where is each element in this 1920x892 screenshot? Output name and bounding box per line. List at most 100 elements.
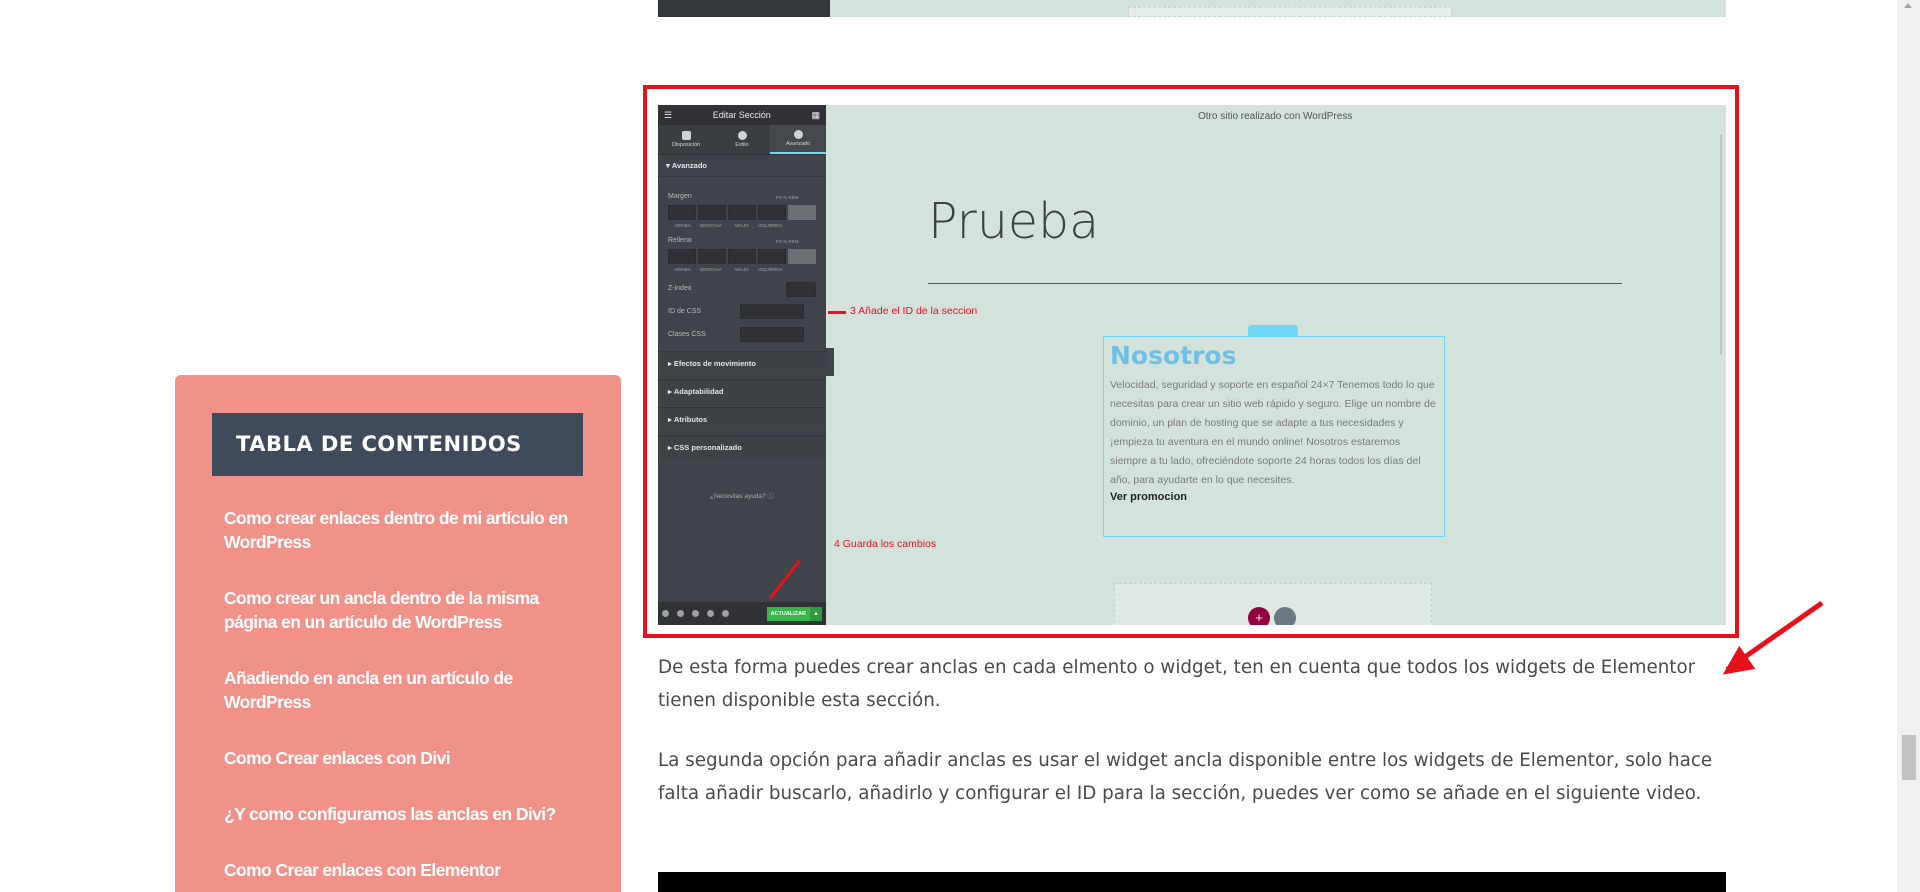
padding-right-input[interactable] (698, 249, 726, 264)
side-label: DERECHA (700, 223, 723, 228)
padding-bottom-input[interactable] (728, 249, 756, 264)
side-label: ARRIBA (674, 267, 691, 272)
canvas-scroll-indicator (1720, 135, 1722, 355)
previous-drop-area (1128, 7, 1452, 17)
article-paragraph: La segunda opción para añadir anclas es … (658, 750, 1713, 804)
navigator-icon[interactable] (677, 610, 684, 617)
previous-panel-edge (658, 0, 830, 17)
padding-link-button[interactable] (788, 249, 816, 264)
toc-item[interactable]: Como crear enlaces dentro de mi artículo… (224, 506, 584, 586)
canvas-site-note: Otro sitio realizado con WordPress (1198, 111, 1353, 122)
toc-title[interactable]: TABLA DE CONTENIDOS (212, 413, 583, 476)
margin-link-button[interactable] (788, 205, 816, 220)
panel-tabs: Disposición Estilo Avanzado (658, 125, 826, 155)
section-advanced-header[interactable]: ▾ Avanzado (658, 155, 826, 177)
step3-annotation: 3 Añade el ID de la seccion (850, 305, 978, 317)
tab-label: Estilo (735, 142, 749, 148)
css-id-input[interactable] (740, 304, 804, 319)
toc-item[interactable]: Como crear un ancla dentro de la misma p… (224, 586, 584, 666)
add-section-button[interactable]: + (1248, 607, 1270, 625)
accordion-custom-css[interactable]: ▸ CSS personalizado (658, 435, 826, 459)
css-classes-input[interactable] (740, 327, 804, 342)
tab-label: Disposición (671, 142, 701, 148)
toc-item[interactable]: Como Crear enlaces con Divi (224, 746, 584, 802)
widget-link[interactable]: Ver promocion (1110, 491, 1438, 503)
side-label: ARRIBA (674, 223, 691, 228)
template-folder-icon[interactable] (1274, 607, 1296, 625)
toc-item[interactable]: ¿Y como configuramos las anclas en Divi? (224, 802, 584, 858)
responsive-icon[interactable] (707, 610, 714, 617)
tab-advanced[interactable]: Avanzado (770, 125, 826, 154)
margin-top-input[interactable] (668, 205, 696, 220)
margin-label: Margen (668, 193, 692, 200)
canvas-divider (928, 283, 1622, 284)
padding-units: PX % REM (776, 239, 799, 244)
margin-left-input[interactable] (758, 205, 786, 220)
style-icon (737, 131, 747, 140)
accordion-attributes[interactable]: ▸ Atributos (658, 407, 826, 431)
question-icon: ⓘ (767, 493, 774, 500)
margin-bottom-input[interactable] (728, 205, 756, 220)
video-player[interactable] (658, 872, 1726, 892)
padding-label: Relleno (668, 237, 692, 244)
article-paragraph: De esta forma puedes crear anclas en cad… (658, 657, 1696, 711)
update-options-button[interactable]: ▴ (810, 606, 822, 621)
table-of-contents: TABLA DE CONTENIDOS Como crear enlaces d… (175, 375, 621, 892)
accordion-label: Efectos de movimiento (673, 359, 756, 368)
accordion-label: CSS personalizado (673, 443, 742, 452)
nosotros-widget[interactable]: Nosotros Velocidad, seguridad y soporte … (1103, 336, 1445, 537)
tab-style[interactable]: Estilo (714, 125, 770, 154)
settings-icon[interactable] (662, 610, 669, 617)
css-classes-label: Clases CSS (668, 331, 706, 338)
zindex-label: Z-index (668, 285, 692, 292)
scrollbar[interactable] (1897, 0, 1920, 892)
previous-screenshot-bottom (658, 0, 1726, 17)
toc-list: Como crear enlaces dentro de mi artículo… (224, 506, 584, 892)
history-icon[interactable] (692, 610, 699, 617)
tab-layout[interactable]: Disposición (658, 125, 714, 154)
layout-icon (681, 131, 691, 140)
tab-label: Avanzado (785, 141, 811, 147)
elementor-screenshot: ☰ Editar Sección ▦ Disposición Estilo Av… (658, 105, 1726, 625)
scrollbar-thumb[interactable] (1902, 735, 1916, 780)
section-label: Avanzado (671, 161, 708, 170)
toc-item[interactable]: Como Crear enlaces con Elementor (224, 858, 584, 892)
padding-top-input[interactable] (668, 249, 696, 264)
canvas-heading: Prueba (928, 193, 1100, 250)
padding-left-input[interactable] (758, 249, 786, 264)
accordion-label: Adaptabilidad (673, 387, 724, 396)
side-label: IZQUIERDA (758, 267, 783, 272)
scroll-up-icon[interactable] (1904, 3, 1912, 8)
margin-units: PX % REM (776, 195, 799, 200)
add-section-area (1114, 583, 1432, 625)
margin-right-input[interactable] (698, 205, 726, 220)
panel-title: Editar Sección (712, 110, 771, 120)
grid-icon: ▦ (811, 109, 820, 120)
panel-collapse-handle[interactable] (826, 348, 834, 376)
side-label: IZQUIERDA (758, 223, 783, 228)
help-link[interactable]: ¿Necesitas ayuda? ⓘ (658, 490, 826, 500)
accordion-motion-effects[interactable]: ▸ Efectos de movimiento (658, 351, 826, 375)
widget-title: Nosotros (1110, 341, 1237, 370)
update-button[interactable]: ACTUALIZAR (766, 606, 810, 621)
accordion-label: Atributos (673, 415, 708, 424)
step3-arrow-icon (828, 311, 846, 314)
css-id-label: ID de CSS (668, 308, 702, 315)
step4-annotation: 4 Guarda los cambios (834, 538, 937, 550)
gear-icon (793, 130, 803, 139)
zindex-input[interactable] (786, 282, 816, 297)
elementor-panel: ☰ Editar Sección ▦ Disposición Estilo Av… (658, 105, 826, 625)
hamburger-icon: ☰ (664, 109, 673, 120)
widget-handle[interactable] (1248, 325, 1298, 336)
panel-header: ☰ Editar Sección ▦ (658, 105, 826, 125)
page: TABLA DE CONTENIDOS Como crear enlaces d… (0, 0, 1920, 892)
help-label: ¿Necesitas ayuda? (710, 493, 766, 500)
preview-eye-icon[interactable] (722, 610, 729, 617)
toc-item[interactable]: Añadiendo en ancla en un artículo de Wor… (224, 666, 584, 746)
accordion-responsive[interactable]: ▸ Adaptabilidad (658, 379, 826, 403)
panel-footer: ACTUALIZAR ▴ (658, 602, 826, 625)
side-label: DERECHA (700, 267, 723, 272)
widget-body: Velocidad, seguridad y soporte en españo… (1110, 379, 1436, 486)
side-label: ABAJO (734, 223, 749, 228)
side-label: ABAJO (734, 267, 749, 272)
